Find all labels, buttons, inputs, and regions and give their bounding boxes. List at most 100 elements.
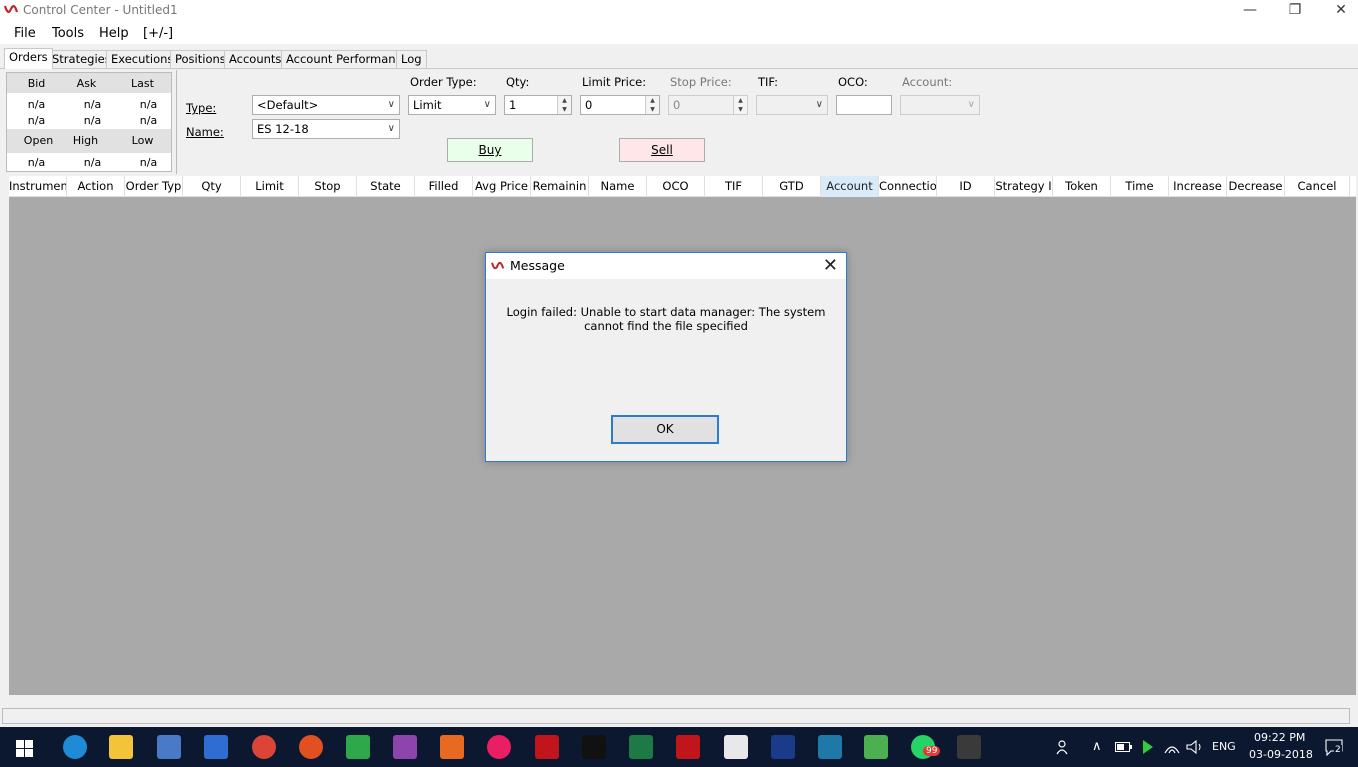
dialog-title: Message [510,258,565,273]
column-header-id[interactable]: ID [937,176,995,197]
column-header-stop[interactable]: Stop [299,176,357,197]
tab-executions[interactable]: Executions [106,50,179,69]
fxdd-icon[interactable] [676,735,700,759]
orders-grid-header: Instrumen Action Order Typ Qty Limit Stop Stat… [9,176,1356,197]
qty-label: Qty: [506,75,530,89]
name-label: Name: [186,125,224,139]
restore-button[interactable]: ❐ [1272,0,1318,22]
column-header-time[interactable]: Time [1111,176,1169,197]
tray-chevron-up-icon[interactable]: ∧ [1092,739,1102,754]
name-value: ES 12-18 [257,122,309,136]
desktop-icon[interactable] [957,735,981,759]
windows-start-icon[interactable] [16,740,33,757]
clover-icon[interactable] [346,735,370,759]
xmind-icon[interactable] [440,735,464,759]
buy-button[interactable]: Buy [447,138,533,162]
column-header-order-typ[interactable]: Order Typ [125,176,183,197]
message-dialog: Message ✕ Login failed: Unable to start … [485,252,847,462]
stop-price-stepper: 0 ▲ ▼ [668,95,748,115]
stop-price-label: Stop Price: [670,75,732,89]
language-indicator[interactable]: ENG [1212,740,1236,753]
bid-size: n/a [27,114,46,127]
type-label: Type: [186,101,217,115]
column-header-account[interactable]: Account [821,176,879,197]
last-size: n/a [139,114,158,127]
clock-date[interactable]: 03-09-2018 [1249,748,1313,761]
close-button[interactable]: ✕ [1318,0,1358,22]
dialog-title-bar: Message ✕ [486,253,846,279]
column-header-instrumen[interactable]: Instrumen [9,176,67,197]
store-icon[interactable] [204,735,228,759]
maps-icon[interactable] [818,735,842,759]
limit-price-stepper[interactable]: 0 ▲ ▼ [580,95,660,115]
tab-positions[interactable]: Positions [170,50,231,69]
prism-icon[interactable] [393,735,417,759]
ok-button[interactable]: OK [611,415,719,444]
network-app-icon[interactable] [157,735,181,759]
wifi-icon[interactable] [1163,739,1181,755]
name-dropdown[interactable]: ES 12-18 ∨ [252,119,400,139]
column-header-qty[interactable]: Qty [183,176,241,197]
people-icon[interactable] [1056,739,1072,755]
account-label: Account: [902,75,953,89]
column-header-cancel[interactable]: Cancel [1285,176,1350,197]
tab-log[interactable]: Log [396,50,427,69]
edge-icon[interactable] [63,735,87,759]
column-header-action[interactable]: Action [67,176,125,197]
column-header-tif[interactable]: TIF [705,176,763,197]
green-folder-icon[interactable] [864,735,888,759]
menu-tools[interactable]: Tools [52,26,84,41]
qty-spin-buttons[interactable]: ▲ ▼ [557,96,571,114]
column-header-connectio[interactable]: Connectio [879,176,937,197]
clock-time[interactable]: 09:22 PM [1254,731,1305,744]
title-bar: Control Center - Untitled1 — ❐ ✕ [0,0,1358,22]
sell-button[interactable]: Sell [619,138,705,162]
column-header-oco[interactable]: OCO [647,176,705,197]
market-data-panel: Bid Ask Last n/a n/a n/a n/a n/a n/a Ope… [6,72,172,172]
column-header-token[interactable]: Token [1053,176,1111,197]
battery-icon[interactable] [1115,742,1133,752]
excel-like-icon[interactable] [629,735,653,759]
bid-header: Bid [27,77,46,90]
column-header-gtd[interactable]: GTD [763,176,821,197]
column-header-avg-price[interactable]: Avg Price [473,176,531,197]
volume-icon[interactable] [1186,739,1204,755]
whatsapp-badge: 99 [923,746,941,756]
file-explorer-icon[interactable] [109,735,133,759]
column-header-strategy-i[interactable]: Strategy I [995,176,1053,197]
column-header-limit[interactable]: Limit [241,176,299,197]
tab-orders[interactable]: Orders [4,48,53,69]
tif-dropdown[interactable]: ∨ [756,95,828,115]
order-type-label: Order Type: [410,75,477,89]
column-header-state[interactable]: State [357,176,415,197]
column-header-name[interactable]: Name [589,176,647,197]
dialog-close-button[interactable]: ✕ [823,255,838,276]
menu-file[interactable]: File [14,26,36,41]
column-header-remainin[interactable]: Remainin [531,176,589,197]
xm-icon[interactable] [582,735,606,759]
trading-icon[interactable] [771,735,795,759]
menu-help[interactable]: Help [99,26,129,41]
app-logo-icon [4,5,19,13]
tab-strip: Orders Strategies Executions Positions A… [0,46,1358,69]
notepad-icon[interactable] [724,735,748,759]
tab-account-performance[interactable]: Account Performance [281,50,414,69]
fxpro-icon[interactable] [535,735,559,759]
column-header-increase[interactable]: Increase [1169,176,1227,197]
chrome-icon[interactable] [252,735,276,759]
color-wheel-icon[interactable] [487,735,511,759]
column-header-filled[interactable]: Filled [415,176,473,197]
play-arrow-icon[interactable] [1142,739,1154,755]
qty-stepper[interactable]: 1 ▲ ▼ [504,95,572,115]
limit-price-value: 0 [585,98,593,112]
order-type-dropdown[interactable]: Limit ∨ [408,95,496,115]
oco-input[interactable] [836,95,892,115]
limit-price-spin-buttons[interactable]: ▲ ▼ [645,96,659,114]
type-dropdown[interactable]: <Default> ∨ [252,95,400,115]
column-header-decrease[interactable]: Decrease [1227,176,1285,197]
tab-accounts[interactable]: Accounts [224,50,287,69]
menu-bar: File Tools Help [+/-] [0,22,1358,44]
minimize-button[interactable]: — [1227,0,1273,22]
menu-expand[interactable]: [+/-] [143,26,173,41]
app-red-icon[interactable] [299,735,323,759]
